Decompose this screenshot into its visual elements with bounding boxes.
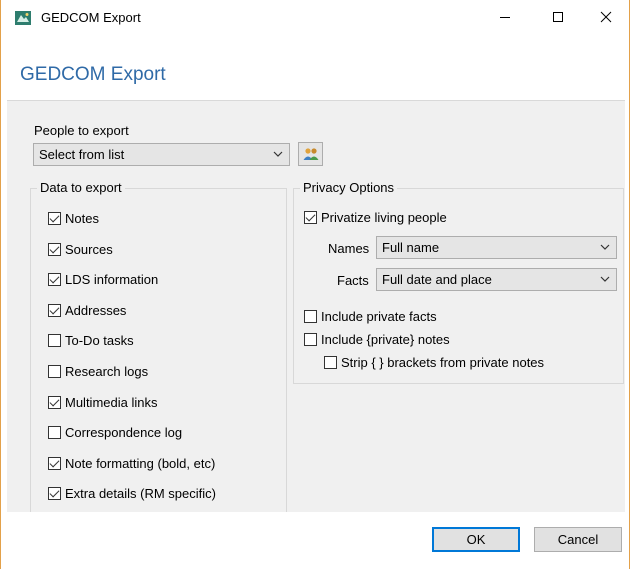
data-to-export-group: Data to export Notes Sources LDS informati… <box>30 180 287 513</box>
checkbox-correspondence-log[interactable]: Correspondence log <box>48 425 182 440</box>
include-private-facts-checkbox[interactable]: Include private facts <box>304 309 437 324</box>
checkbox-box[interactable] <box>324 356 337 369</box>
checkbox-box[interactable] <box>48 273 61 287</box>
facts-label: Facts <box>337 273 369 288</box>
checkbox-label: Notes <box>65 211 99 226</box>
checkbox-box[interactable] <box>304 211 317 224</box>
people-to-export-select[interactable]: Select from list <box>33 143 290 166</box>
checkbox-label: Extra details (RM specific) <box>65 486 216 502</box>
ok-button[interactable]: OK <box>432 527 520 552</box>
checkbox-label: Note formatting (bold, etc) <box>65 455 216 471</box>
checkbox-box[interactable] <box>48 212 61 225</box>
checkbox-box[interactable] <box>48 334 61 348</box>
include-private-notes-label: Include {private} notes <box>321 332 450 347</box>
window-title: GEDCOM Export <box>41 10 141 25</box>
strip-brackets-checkbox[interactable]: Strip { } brackets from private notes <box>324 355 544 370</box>
checkbox-box[interactable] <box>48 456 61 470</box>
checkbox-extra-details[interactable]: Extra details (RM specific) <box>48 486 216 501</box>
checkbox-multimedia-links[interactable]: Multimedia links <box>48 395 157 410</box>
names-value: Full name <box>382 240 440 255</box>
dialog-header: GEDCOM Export <box>1 34 629 100</box>
privacy-options-title: Privacy Options <box>300 180 398 195</box>
minimize-button[interactable] <box>482 0 528 34</box>
checkbox-label: LDS information <box>65 272 159 288</box>
facts-value: Full date and place <box>382 272 492 287</box>
maximize-icon <box>553 12 563 22</box>
checkbox-label: Multimedia links <box>65 394 158 410</box>
dialog-title: GEDCOM Export <box>20 64 166 85</box>
checkbox-box[interactable] <box>48 487 61 501</box>
checkbox-box[interactable] <box>48 303 61 317</box>
names-label: Names <box>328 241 370 256</box>
chevron-down-icon <box>600 276 610 282</box>
checkbox-note-formatting[interactable]: Note formatting (bold, etc) <box>48 456 215 471</box>
privacy-options-group: Privacy Options Privatize living people … <box>293 180 624 384</box>
people-icon <box>303 148 318 160</box>
people-to-export-label: People to export <box>34 123 129 138</box>
privatize-living-checkbox[interactable]: Privatize living people <box>304 210 447 225</box>
chevron-down-icon <box>600 244 610 250</box>
checkbox-addresses[interactable]: Addresses <box>48 303 126 318</box>
checkbox-box[interactable] <box>304 310 317 323</box>
names-select[interactable]: Full name <box>376 236 617 259</box>
checkbox-label: Research logs <box>65 364 149 379</box>
title-bar: GEDCOM Export <box>1 0 629 34</box>
checkbox-research-logs[interactable]: Research logs <box>48 364 148 379</box>
app-icon <box>15 11 31 25</box>
checkbox-lds-information[interactable]: LDS information <box>48 272 158 287</box>
checkbox-box[interactable] <box>48 426 61 440</box>
cancel-button[interactable]: Cancel <box>534 527 622 552</box>
checkbox-notes[interactable]: Notes <box>48 211 99 226</box>
checkbox-box[interactable] <box>304 333 317 346</box>
include-private-notes-checkbox[interactable]: Include {private} notes <box>304 332 450 347</box>
checkbox-label: Sources <box>65 241 113 257</box>
checkbox-sources[interactable]: Sources <box>48 242 113 257</box>
checkbox-box[interactable] <box>48 395 61 409</box>
select-people-button[interactable] <box>298 142 323 166</box>
gedcom-export-window: GEDCOM Export GEDCOM Export People to ex… <box>0 0 630 569</box>
maximize-button[interactable] <box>535 0 581 34</box>
people-to-export-value: Select from list <box>39 147 125 162</box>
privatize-living-label: Privatize living people <box>321 210 447 225</box>
data-to-export-title: Data to export <box>37 180 125 195</box>
close-button[interactable] <box>583 0 629 34</box>
checkbox-label: Addresses <box>65 302 127 318</box>
dialog-footer: OK Cancel <box>7 512 625 569</box>
checkbox-box[interactable] <box>48 242 61 256</box>
close-icon <box>600 11 612 23</box>
chevron-down-icon <box>273 151 283 157</box>
minimize-icon <box>500 17 510 18</box>
checkbox-to-do-tasks[interactable]: To-Do tasks <box>48 333 134 348</box>
strip-brackets-label: Strip { } brackets from private notes <box>341 355 545 370</box>
checkbox-box[interactable] <box>48 365 61 378</box>
dialog-content: People to export Select from list Data t… <box>7 100 625 513</box>
facts-select[interactable]: Full date and place <box>376 268 617 291</box>
checkbox-label: Correspondence log <box>65 425 183 441</box>
checkbox-label: To-Do tasks <box>65 333 134 349</box>
include-private-facts-label: Include private facts <box>321 309 437 324</box>
